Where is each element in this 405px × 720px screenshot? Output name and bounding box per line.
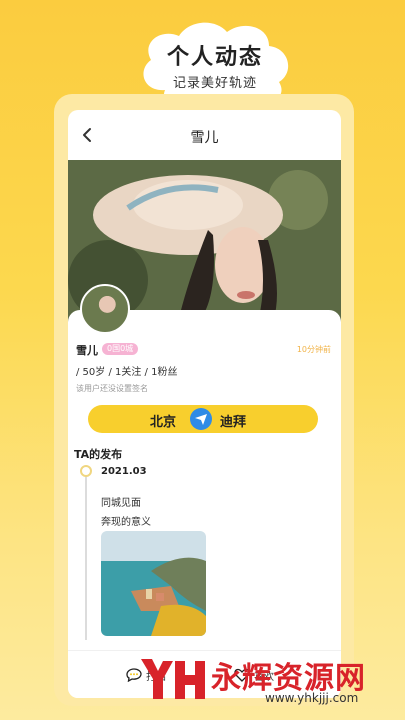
- post-date: 2021.03: [101, 466, 147, 477]
- promo-cloud-bubble: 个人动态 记录美好轨迹: [135, 20, 295, 124]
- airplane-icon: [190, 408, 212, 430]
- route-from: 北京: [150, 415, 177, 430]
- user-stats: / 50岁 / 1关注 / 1粉丝: [76, 367, 178, 378]
- post-image[interactable]: [101, 531, 206, 636]
- location-badge: 0国0城: [102, 343, 139, 355]
- posts-section-title: TA的发布: [74, 448, 123, 461]
- route-pill[interactable]: 北京 迪拜: [88, 405, 318, 433]
- promo-title: 个人动态: [166, 45, 263, 70]
- page-title: 雪儿: [190, 130, 219, 146]
- user-signature: 该用户还没设置签名: [76, 384, 148, 393]
- watermark: 永辉资源网 www.yhkjjj.com: [137, 651, 399, 709]
- watermark-url: www.yhkjjj.com: [265, 691, 359, 705]
- watermark-logo-icon: [141, 659, 205, 699]
- avatar[interactable]: [80, 284, 130, 334]
- timeline-dot: [80, 465, 92, 477]
- post-time: 10分钟前: [296, 345, 331, 354]
- post-text-line: 奔现的意义: [101, 517, 151, 528]
- nav-bar: 雪儿: [68, 110, 341, 160]
- user-name: 雪儿: [76, 344, 98, 357]
- profile-card: 雪儿 0国0城 10分钟前 / 50岁 / 1关注 / 1粉丝 该用户还没设置签…: [68, 284, 341, 698]
- timeline-line: [85, 474, 87, 640]
- route-to: 迪拜: [220, 415, 247, 430]
- post-text-line: 同城见面: [101, 498, 141, 509]
- promo-subtitle: 记录美好轨迹: [172, 76, 257, 91]
- phone-screen: 雪儿 雪儿 0国0城 10分钟前 / 50岁 / 1关注 / 1粉丝 该用户还没…: [68, 110, 341, 698]
